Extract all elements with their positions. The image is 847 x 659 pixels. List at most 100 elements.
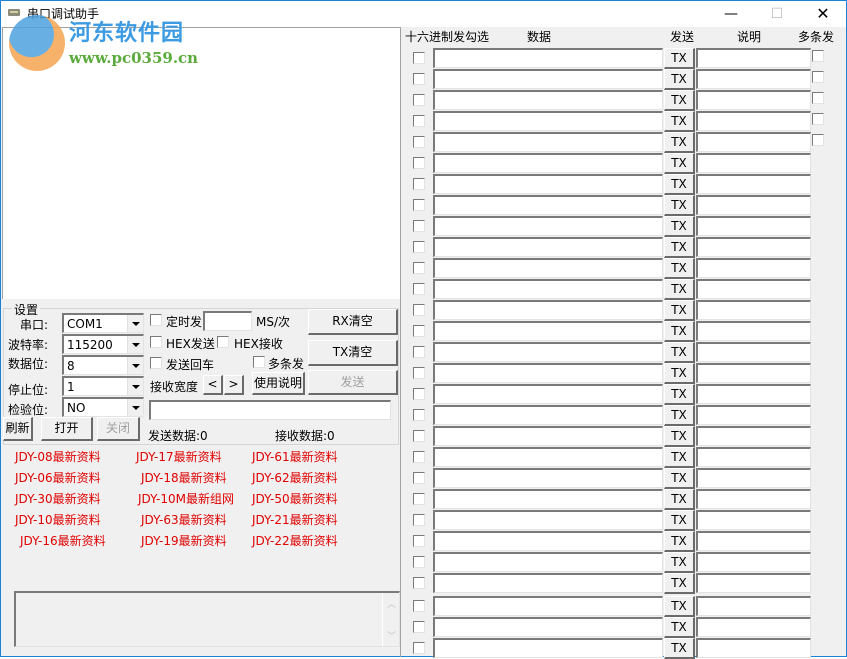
link-jdy-10[interactable]: JDY-10最新资料 [15,511,101,528]
hex-recv-checkbox[interactable] [217,336,229,348]
hex-row-checkbox[interactable] [413,409,425,421]
row-data-input[interactable] [433,90,663,110]
width-increase-button[interactable]: > [224,375,244,395]
hex-row-checkbox[interactable] [413,556,425,568]
row-tx-button[interactable]: TX [664,342,695,363]
hex-row-checkbox[interactable] [413,493,425,505]
hex-row-checkbox[interactable] [413,577,425,589]
row-note-input[interactable] [696,69,811,89]
hex-row-checkbox[interactable] [413,388,425,400]
row-note-input[interactable] [696,258,811,278]
link-jdy-08[interactable]: JDY-08最新资料 [15,448,101,465]
scroll-down-icon[interactable]: ﹀ [383,629,400,642]
help-button[interactable]: 使用说明 [252,372,305,395]
row-tx-button[interactable]: TX [664,237,695,258]
hex-row-checkbox[interactable] [413,535,425,547]
row-data-input[interactable] [433,132,663,152]
row-note-input[interactable] [696,489,811,509]
stopbits-select[interactable]: 1 [62,376,144,396]
row-tx-button[interactable]: TX [664,596,695,617]
close-button[interactable]: ✕ [800,1,846,27]
row-data-input[interactable] [433,510,663,530]
log-scrollbar[interactable]: ︿ ﹀ [382,593,399,646]
hex-row-checkbox[interactable] [413,178,425,190]
log-textarea[interactable]: ︿ ﹀ [14,591,400,647]
row-data-input[interactable] [433,300,663,320]
row-tx-button[interactable]: TX [664,111,695,132]
row-multi-checkbox[interactable] [812,50,824,62]
link-jdy-21[interactable]: JDY-21最新资料 [252,511,338,528]
row-note-input[interactable] [696,132,811,152]
link-jdy-06[interactable]: JDY-06最新资料 [15,469,101,486]
row-tx-button[interactable]: TX [664,510,695,531]
row-data-input[interactable] [433,552,663,572]
row-tx-button[interactable]: TX [664,153,695,174]
row-tx-button[interactable]: TX [664,300,695,321]
row-tx-button[interactable]: TX [664,216,695,237]
link-jdy-50[interactable]: JDY-50最新资料 [252,490,338,507]
row-tx-button[interactable]: TX [664,69,695,90]
hex-row-checkbox[interactable] [413,642,425,654]
link-jdy-19[interactable]: JDY-19最新资料 [141,532,227,549]
row-tx-button[interactable]: TX [664,405,695,426]
hex-row-checkbox[interactable] [413,621,425,633]
row-note-input[interactable] [696,363,811,383]
chevron-down-icon[interactable] [127,399,143,416]
row-note-input[interactable] [696,195,811,215]
row-tx-button[interactable]: TX [664,48,695,69]
minimize-button[interactable]: — [708,1,754,27]
hex-row-checkbox[interactable] [413,514,425,526]
link-jdy-22[interactable]: JDY-22最新资料 [252,532,338,549]
row-note-input[interactable] [696,321,811,341]
receive-textarea[interactable] [2,27,400,299]
link-jdy-10m[interactable]: JDY-10M最新组网 [138,490,234,507]
chevron-down-icon[interactable] [127,357,143,374]
row-note-input[interactable] [696,153,811,173]
link-jdy-62[interactable]: JDY-62最新资料 [252,469,338,486]
refresh-button[interactable]: 刷新 [3,417,33,441]
link-jdy-18[interactable]: JDY-18最新资料 [141,469,227,486]
row-tx-button[interactable]: TX [664,426,695,447]
hex-row-checkbox[interactable] [413,346,425,358]
hex-row-checkbox[interactable] [413,304,425,316]
link-jdy-63[interactable]: JDY-63最新资料 [141,511,227,528]
hex-send-checkbox[interactable] [150,336,162,348]
row-tx-button[interactable]: TX [664,195,695,216]
hex-row-checkbox[interactable] [413,283,425,295]
row-multi-checkbox[interactable] [812,134,824,146]
row-tx-button[interactable]: TX [664,132,695,153]
row-data-input[interactable] [433,69,663,89]
link-jdy-61[interactable]: JDY-61最新资料 [252,448,338,465]
tx-clear-button[interactable]: TX清空 [308,340,398,366]
row-note-input[interactable] [696,342,811,362]
row-note-input[interactable] [696,279,811,299]
rx-clear-button[interactable]: RX清空 [308,309,398,335]
row-data-input[interactable] [433,447,663,467]
row-data-input[interactable] [433,638,663,658]
hex-row-checkbox[interactable] [413,262,425,274]
row-note-input[interactable] [696,573,811,593]
send-button[interactable]: 发送 [308,370,398,395]
row-data-input[interactable] [433,405,663,425]
row-tx-button[interactable]: TX [664,638,695,659]
row-tx-button[interactable]: TX [664,617,695,638]
send-newline-checkbox[interactable] [150,357,162,369]
timed-send-checkbox[interactable] [150,314,162,326]
row-data-input[interactable] [433,174,663,194]
row-data-input[interactable] [433,531,663,551]
row-tx-button[interactable]: TX [664,531,695,552]
row-note-input[interactable] [696,48,811,68]
row-data-input[interactable] [433,48,663,68]
row-note-input[interactable] [696,596,811,616]
row-tx-button[interactable]: TX [664,489,695,510]
row-tx-button[interactable]: TX [664,384,695,405]
multi-send-checkbox[interactable] [253,356,265,368]
row-data-input[interactable] [433,617,663,637]
row-tx-button[interactable]: TX [664,573,695,594]
baud-select[interactable]: 115200 [62,334,144,354]
row-note-input[interactable] [696,552,811,572]
timed-send-interval-input[interactable] [203,311,252,331]
hex-row-checkbox[interactable] [413,52,425,64]
hex-row-checkbox[interactable] [413,472,425,484]
row-note-input[interactable] [696,510,811,530]
